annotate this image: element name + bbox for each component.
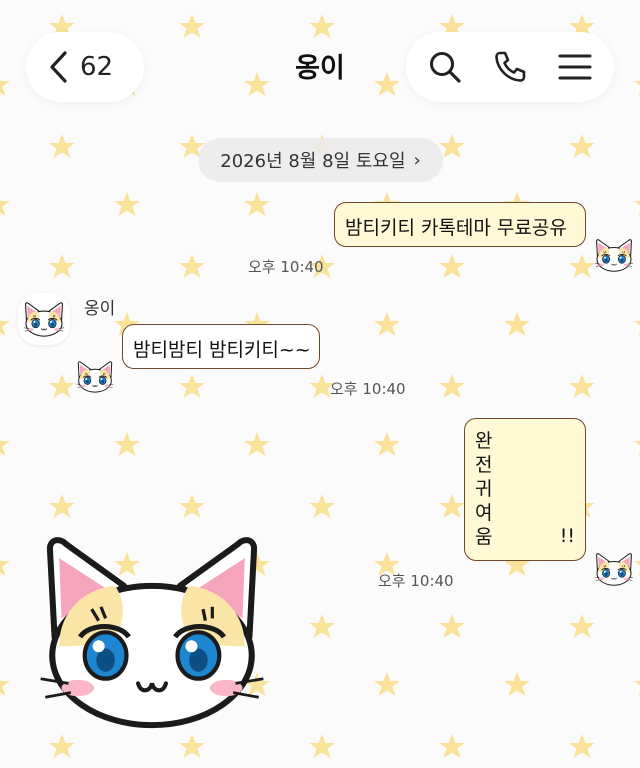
message-bubble[interactable]: 밤티키티 카톡테마 무료공유 — [334, 202, 586, 247]
message-time: 오후 10:40 — [330, 380, 406, 398]
chevron-right-icon: › — [413, 149, 421, 171]
avatar[interactable] — [18, 293, 70, 345]
message-text: 밤티밤티 밤티키티~~ — [133, 339, 311, 361]
cat-face-icon — [23, 302, 65, 337]
message-time: 오후 10:40 — [248, 258, 324, 276]
phone-icon[interactable] — [492, 49, 528, 85]
cat-face-icon — [76, 361, 114, 393]
cat-face-icon — [594, 239, 634, 272]
message-time: 오후 10:40 — [378, 572, 454, 590]
message-suffix: !! — [559, 525, 575, 547]
date-label: 2026년 8월 8일 토요일 — [220, 151, 406, 172]
message-text: 밤티키티 카톡테마 무료공유 — [345, 217, 567, 239]
cat-sticker[interactable] — [36, 530, 268, 730]
search-icon[interactable] — [427, 49, 463, 85]
message-bubble[interactable]: 밤티밤티 밤티키티~~ — [122, 324, 320, 369]
date-divider[interactable]: 2026년 8월 8일 토요일 › — [198, 138, 443, 182]
hamburger-menu-icon[interactable] — [557, 49, 593, 85]
message-bubble[interactable]: 완 전 귀 여 움 !! — [464, 418, 586, 561]
cat-face-icon — [594, 553, 634, 586]
sender-name: 옹이 — [84, 299, 116, 319]
header-actions — [406, 32, 614, 102]
